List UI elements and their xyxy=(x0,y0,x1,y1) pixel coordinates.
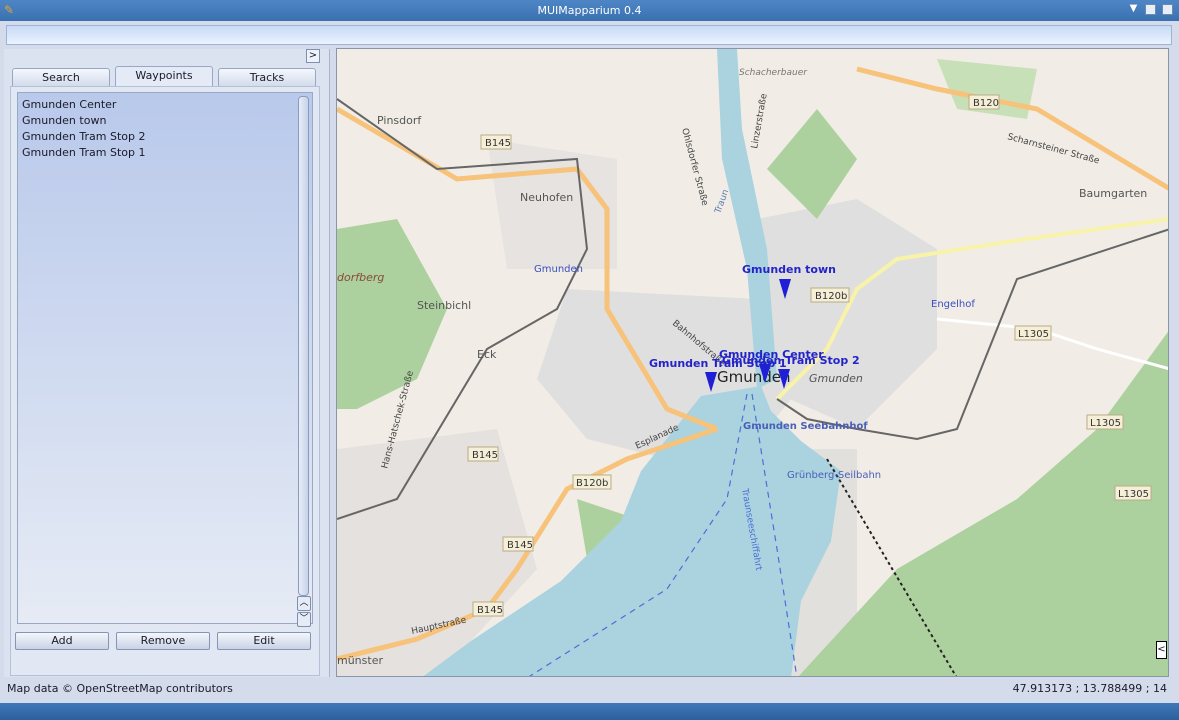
svg-text:B145: B145 xyxy=(472,450,498,461)
tab-waypoints[interactable]: Waypoints xyxy=(115,66,213,86)
map-label: Gmunden xyxy=(809,372,863,385)
urban-area xyxy=(487,139,617,269)
road-shield: B145 xyxy=(502,536,534,552)
app-icon: ✎ xyxy=(3,3,15,17)
list-item[interactable]: Gmunden Center xyxy=(22,98,116,111)
map-nav-button[interactable]: < xyxy=(1156,641,1167,659)
window-title: MUIMapparium 0.4 xyxy=(537,4,642,17)
list-scrollbar[interactable] xyxy=(298,96,309,596)
road-shield: B120 xyxy=(968,94,1000,110)
map-label: Linzerstraße xyxy=(750,92,770,149)
svg-text:B145: B145 xyxy=(485,138,511,149)
meadow-area xyxy=(937,59,1037,119)
svg-text:B145: B145 xyxy=(477,605,503,616)
list-item[interactable]: Gmunden Tram Stop 2 xyxy=(22,130,145,143)
map-label: Neuhofen xyxy=(520,191,573,204)
coordinates-readout: 47.913173 ; 13.788499 ; 14 xyxy=(1012,682,1167,695)
road-shield: B120b xyxy=(572,474,612,490)
remove-button[interactable]: Remove xyxy=(116,632,210,650)
collapse-sidebar-button[interactable]: > xyxy=(306,49,320,63)
svg-text:B145: B145 xyxy=(507,540,533,551)
map-label: Engelhof xyxy=(931,299,975,310)
forest-area xyxy=(337,219,447,409)
road-shield: B120b xyxy=(810,287,850,303)
map-label: Ohlsdorfer Straße xyxy=(679,127,709,207)
svg-text:Gmunden Tram Stop 1: Gmunden Tram Stop 1 xyxy=(649,357,787,370)
road-shield: L1305 xyxy=(1086,414,1124,430)
tab-tracks[interactable]: Tracks xyxy=(218,68,316,86)
road-shield: B145 xyxy=(472,601,504,617)
svg-text:L1305: L1305 xyxy=(1118,489,1149,500)
add-button[interactable]: Add xyxy=(15,632,109,650)
title-bar: ✎ MUIMapparium 0.4 ▼ xyxy=(0,0,1179,21)
svg-text:B120b: B120b xyxy=(815,291,847,302)
map-label: dorfberg xyxy=(337,271,384,284)
waypoint-list[interactable]: Gmunden Center Gmunden town Gmunden Tram… xyxy=(17,92,313,627)
map-label: Grünberg-Seilbahn xyxy=(787,470,881,481)
map-label: Eck xyxy=(477,348,497,361)
tab-search[interactable]: Search xyxy=(12,68,110,86)
waypoints-panel: Gmunden Center Gmunden town Gmunden Tram… xyxy=(10,86,320,676)
road-shield: B145 xyxy=(480,134,512,150)
road-l1305 xyxy=(936,317,1168,371)
map-label: Gmunden Seebahnhof xyxy=(743,421,868,432)
scroll-down-button[interactable]: ﹀ xyxy=(297,612,311,627)
svg-text:Gmunden town: Gmunden town xyxy=(742,263,836,276)
map-label: Traun xyxy=(713,188,731,216)
road-shield: L1305 xyxy=(1114,485,1152,501)
map-label: Baumgarten xyxy=(1079,187,1147,200)
map-label: Steinbichl xyxy=(417,299,471,312)
bottom-border xyxy=(0,703,1179,720)
road-shield: B145 xyxy=(467,446,499,462)
map-label: Gmunden xyxy=(534,264,583,275)
sidebar: > Search Waypoints Tracks Gmunden Center… xyxy=(4,49,330,677)
edit-button[interactable]: Edit xyxy=(217,632,311,650)
map-view[interactable]: B145 B120 B120b L1305 L1305 B145 B120b B… xyxy=(336,48,1169,677)
maximize-icon[interactable] xyxy=(1145,4,1156,15)
svg-text:L1305: L1305 xyxy=(1090,418,1121,429)
minimize-icon[interactable]: ▼ xyxy=(1128,4,1139,15)
main-window: > Search Waypoints Tracks Gmunden Center… xyxy=(0,21,1179,703)
map-canvas[interactable]: B145 B120 B120b L1305 L1305 B145 B120b B… xyxy=(337,49,1169,677)
svg-text:B120: B120 xyxy=(973,98,999,109)
toolbar xyxy=(6,25,1172,45)
map-label: Schacherbauer xyxy=(739,68,808,78)
svg-text:L1305: L1305 xyxy=(1018,329,1049,340)
list-item[interactable]: Gmunden town xyxy=(22,114,106,127)
road-shield: L1305 xyxy=(1014,325,1052,341)
map-label: Pinsdorf xyxy=(377,114,422,127)
svg-text:B120b: B120b xyxy=(576,478,608,489)
iconify-icon[interactable] xyxy=(1162,4,1173,15)
attribution-text: Map data © OpenStreetMap contributors xyxy=(7,682,233,695)
scroll-up-button[interactable]: ︿ xyxy=(297,596,311,611)
map-label: münster xyxy=(337,654,383,667)
list-item[interactable]: Gmunden Tram Stop 1 xyxy=(22,146,145,159)
